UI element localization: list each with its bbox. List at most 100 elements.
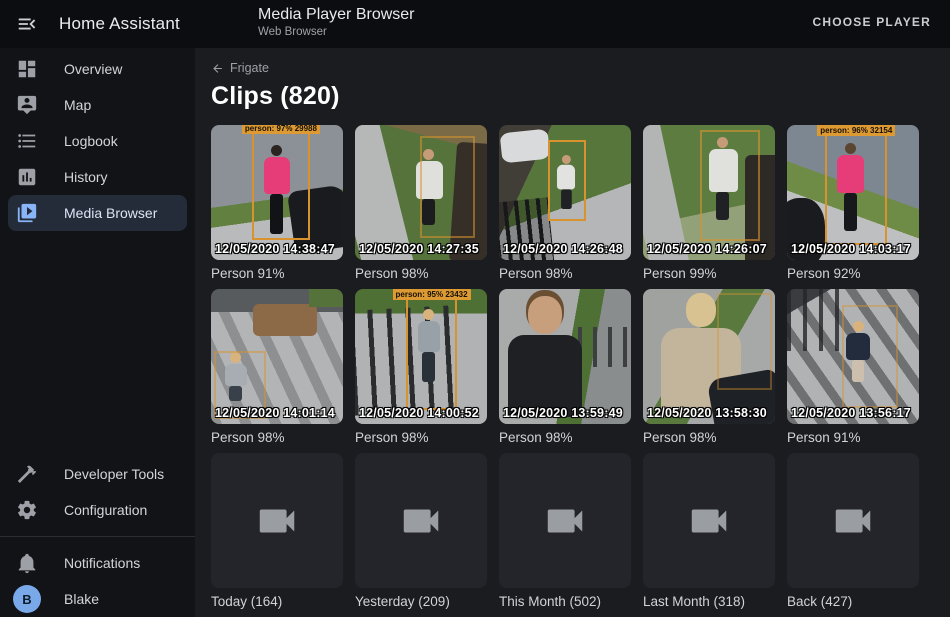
detection-box [700,130,761,241]
clip-caption: Person 98% [499,266,631,281]
sidebar-item-label: Overview [64,61,122,77]
clip-item[interactable]: 12/05/2020 14:27:35 Person 98% [355,125,487,281]
folder-item-back[interactable]: Back (427) [787,453,919,609]
timestamp-overlay: 12/05/2020 13:58:30 [647,406,767,420]
page-header: Media Player Browser Web Browser [258,6,415,38]
video-camera-icon [398,498,444,544]
sidebar-item-label: Media Browser [64,205,157,221]
clip-item[interactable]: 12/05/2020 14:01:14 Person 98% [211,289,343,445]
breadcrumb-label: Frigate [230,61,269,75]
clip-caption: Person 92% [787,266,919,281]
folder-tile[interactable] [499,453,631,588]
video-camera-icon [686,498,732,544]
sidebar-item-label: Configuration [64,502,147,518]
folder-caption: This Month (502) [499,594,631,609]
clip-item[interactable]: 12/05/2020 14:26:07 Person 99% [643,125,775,281]
sidebar-item-configuration[interactable]: Configuration [0,492,195,528]
choose-player-button[interactable]: CHOOSE PLAYER [806,14,937,30]
sidebar-item-label: Logbook [64,133,118,149]
sidebar-item-user[interactable]: B Blake [0,581,195,617]
clip-thumbnail[interactable]: person: 95% 23432 12/05/2020 14:00:52 [355,289,487,424]
clip-caption: Person 98% [211,430,343,445]
sidebar: Overview Map Logbook History Media Brows… [0,48,195,617]
timestamp-overlay: 12/05/2020 13:59:49 [503,406,623,420]
dashboard-icon [16,58,38,80]
menu-open-icon[interactable] [14,11,40,37]
folder-item-today[interactable]: Today (164) [211,453,343,609]
detection-box [548,140,586,221]
video-camera-icon [254,498,300,544]
timestamp-overlay: 12/05/2020 14:27:35 [359,242,479,256]
folder-item-this-month[interactable]: This Month (502) [499,453,631,609]
sidebar-item-overview[interactable]: Overview [0,51,195,87]
app-title: Home Assistant [59,14,180,34]
sidebar-item-label: History [64,169,108,185]
avatar: B [13,585,41,613]
list-icon [16,130,38,152]
sidebar-item-history[interactable]: History [0,159,195,195]
folder-caption: Today (164) [211,594,343,609]
sidebar-item-label: Developer Tools [64,466,164,482]
timestamp-overlay: 12/05/2020 14:38:47 [215,242,335,256]
detection-box [717,293,772,390]
sidebar-item-developer-tools[interactable]: Developer Tools [0,456,195,492]
clip-item[interactable]: 12/05/2020 13:59:49 Person 98% [499,289,631,445]
home-assistant-window: Home Assistant Media Player Browser Web … [0,0,950,617]
clip-caption: Person 98% [355,430,487,445]
media-player-subtitle: Web Browser [258,26,415,38]
clip-item[interactable]: person: 95% 23432 12/05/2020 14:00:52 Pe… [355,289,487,445]
clip-caption: Person 98% [355,266,487,281]
sidebar-item-label: Map [64,97,91,113]
detection-box [420,136,475,239]
hammer-icon [16,463,38,485]
folder-tile[interactable] [211,453,343,588]
timestamp-overlay: 12/05/2020 14:01:14 [215,406,335,420]
clip-thumbnail[interactable]: person: 97% 29988 12/05/2020 14:38:47 [211,125,343,260]
sidebar-item-notifications[interactable]: Notifications [0,545,195,581]
clip-caption: Person 91% [787,430,919,445]
sidebar-spacer [0,231,195,456]
folder-item-yesterday[interactable]: Yesterday (209) [355,453,487,609]
detection-box-label: person: 95% 23432 [393,289,471,300]
sidebar-item-logbook[interactable]: Logbook [0,123,195,159]
arrow-left-icon [211,62,224,75]
clip-thumbnail[interactable]: 12/05/2020 13:56:17 [787,289,919,424]
timestamp-overlay: 12/05/2020 13:56:17 [791,406,911,420]
folder-item-last-month[interactable]: Last Month (318) [643,453,775,609]
folder-tile[interactable] [787,453,919,588]
video-camera-icon [542,498,588,544]
detection-box [842,305,897,408]
clip-item[interactable]: person: 97% 29988 12/05/2020 14:38:47 Pe… [211,125,343,281]
clip-item[interactable]: 12/05/2020 14:26:48 Person 98% [499,125,631,281]
sidebar-item-label: Notifications [64,555,140,571]
clip-thumbnail[interactable]: 12/05/2020 14:01:14 [211,289,343,424]
timestamp-overlay: 12/05/2020 14:00:52 [359,406,479,420]
clip-thumbnail[interactable]: 12/05/2020 14:27:35 [355,125,487,260]
detection-box: person: 95% 23432 [406,298,456,410]
timestamp-overlay: 12/05/2020 14:26:48 [503,242,623,256]
map-tooltip-account-icon [16,94,38,116]
timestamp-overlay: 12/05/2020 14:26:07 [647,242,767,256]
detection-box: person: 97% 29988 [252,132,310,240]
clip-thumbnail[interactable]: 12/05/2020 13:59:49 [499,289,631,424]
folder-caption: Yesterday (209) [355,594,487,609]
video-camera-icon [830,498,876,544]
folder-tile[interactable] [643,453,775,588]
sidebar-item-media-browser[interactable]: Media Browser [8,195,187,231]
media-browser-content: Frigate Clips (820) person: 97% 29988 12… [195,48,950,617]
clip-thumbnail[interactable]: 12/05/2020 14:26:07 [643,125,775,260]
clip-thumbnail[interactable]: 12/05/2020 14:26:48 [499,125,631,260]
clip-thumbnail[interactable]: person: 96% 32154 12/05/2020 14:03:17 [787,125,919,260]
folder-tile[interactable] [355,453,487,588]
user-name: Blake [64,591,99,607]
bell-icon [16,552,38,574]
clip-item[interactable]: 12/05/2020 13:58:30 Person 98% [643,289,775,445]
clips-grid: person: 97% 29988 12/05/2020 14:38:47 Pe… [211,125,921,609]
clip-item[interactable]: person: 96% 32154 12/05/2020 14:03:17 Pe… [787,125,919,281]
breadcrumb-back[interactable]: Frigate [211,61,921,75]
clip-thumbnail[interactable]: 12/05/2020 13:58:30 [643,289,775,424]
sidebar-item-map[interactable]: Map [0,87,195,123]
play-box-multiple-icon [16,202,38,224]
clip-item[interactable]: 12/05/2020 13:56:17 Person 91% [787,289,919,445]
clip-caption: Person 99% [643,266,775,281]
